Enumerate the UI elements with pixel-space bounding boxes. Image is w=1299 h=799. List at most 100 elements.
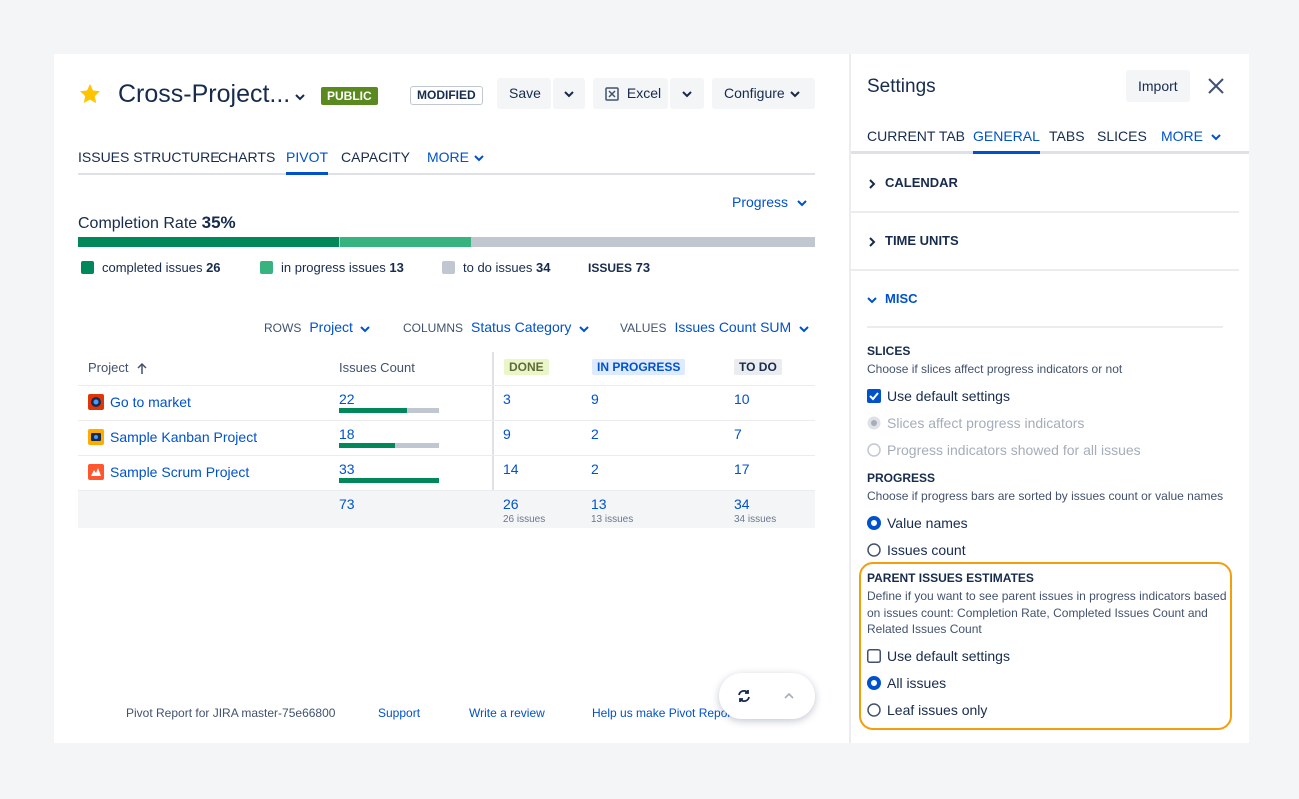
slices-all-issues-radio[interactable]: Progress indicators showed for all issue… bbox=[867, 442, 1141, 458]
legend-label: in progress issues bbox=[281, 260, 386, 275]
progress-value-names-radio[interactable]: Value names bbox=[867, 515, 968, 531]
settings-tab-tabs[interactable]: TABS bbox=[1049, 128, 1085, 154]
in-progress-count-link[interactable]: 9 bbox=[591, 391, 599, 407]
in-progress-count-link[interactable]: 2 bbox=[591, 426, 599, 442]
report-title[interactable]: Cross-Project... bbox=[118, 80, 290, 109]
option-label: Use default settings bbox=[887, 388, 1010, 404]
parent-leaf-issues-radio[interactable]: Leaf issues only bbox=[867, 702, 987, 718]
to-do-count-link[interactable]: 7 bbox=[734, 426, 742, 442]
total-in-progress-link[interactable]: 13 bbox=[591, 496, 607, 512]
total-to-do-link[interactable]: 34 bbox=[734, 496, 750, 512]
done-count-link[interactable]: 14 bbox=[503, 461, 519, 477]
legend-swatch-completed bbox=[81, 261, 94, 274]
total-count-link[interactable]: 73 bbox=[339, 496, 355, 512]
row-divider bbox=[78, 490, 815, 491]
radio-selected-icon bbox=[867, 676, 881, 690]
tab-pivot[interactable]: PIVOT bbox=[286, 149, 329, 175]
chevron-down-icon bbox=[579, 326, 589, 333]
chevron-down-icon[interactable] bbox=[294, 91, 306, 103]
option-label: Leaf issues only bbox=[887, 702, 988, 718]
rows-config[interactable]: ROWS Project bbox=[264, 319, 371, 335]
in-progress-lozenge: IN PROGRESS bbox=[592, 359, 686, 375]
rows-label: ROWS bbox=[264, 321, 302, 335]
chevron-up-icon[interactable] bbox=[783, 690, 795, 702]
settings-tab-more[interactable]: MORE bbox=[1161, 128, 1222, 154]
total-done: 26 26 issues bbox=[503, 496, 545, 525]
parent-use-default-checkbox[interactable]: Use default settings bbox=[867, 648, 1010, 664]
total-in-progress: 13 13 issues bbox=[591, 496, 633, 525]
star-icon[interactable] bbox=[78, 82, 102, 106]
import-button[interactable]: Import bbox=[1126, 70, 1190, 102]
to-do-count-link[interactable]: 10 bbox=[734, 391, 750, 407]
footer-help-link[interactable]: Help us make Pivot Report bbox=[592, 706, 735, 720]
configure-label: Configure bbox=[724, 85, 785, 101]
save-dropdown-button[interactable] bbox=[553, 78, 585, 109]
configure-button[interactable]: Configure bbox=[712, 78, 815, 109]
project-link[interactable]: Sample Scrum Project bbox=[110, 464, 249, 480]
chevron-right-icon bbox=[869, 236, 876, 247]
count-link[interactable]: 33 bbox=[339, 461, 355, 477]
project-link[interactable]: Sample Kanban Project bbox=[110, 429, 257, 445]
count-link[interactable]: 18 bbox=[339, 426, 355, 442]
footer-review-link[interactable]: Write a review bbox=[469, 706, 545, 720]
header-done[interactable]: DONE bbox=[504, 359, 549, 375]
to-do-count-link[interactable]: 17 bbox=[734, 461, 750, 477]
header-project[interactable]: Project bbox=[88, 360, 148, 375]
completion-progress-bar bbox=[78, 237, 815, 247]
count-mini-bar-fill bbox=[339, 443, 395, 448]
header-in-progress[interactable]: IN PROGRESS bbox=[592, 359, 686, 375]
columns-config[interactable]: COLUMNS Status Category bbox=[403, 319, 590, 335]
footer-support-link[interactable]: Support bbox=[378, 706, 420, 720]
settings-title: Settings bbox=[867, 76, 936, 97]
header-issues-count[interactable]: Issues Count bbox=[339, 360, 415, 375]
totals-row bbox=[78, 490, 815, 528]
excel-dropdown-button[interactable] bbox=[670, 78, 704, 109]
progress-issues-count-radio[interactable]: Issues count bbox=[867, 542, 966, 558]
legend-to-do: to do issues 34 bbox=[442, 260, 550, 275]
values-config[interactable]: VALUES Issues Count SUM bbox=[620, 319, 810, 335]
tab-more[interactable]: MORE bbox=[427, 149, 485, 175]
save-button[interactable]: Save bbox=[497, 78, 551, 109]
done-count-link[interactable]: 3 bbox=[503, 391, 511, 407]
section-time-units[interactable]: TIME UNITS bbox=[867, 233, 959, 248]
slices-affect-radio[interactable]: Slices affect progress indicators bbox=[867, 415, 1084, 431]
progress-description: Choose if progress bars are sorted by is… bbox=[867, 489, 1224, 503]
radio-unselected-icon bbox=[867, 543, 881, 557]
option-label: Issues count bbox=[887, 542, 966, 558]
legend-label: to do issues bbox=[463, 260, 533, 275]
tab-charts[interactable]: CHARTS bbox=[218, 149, 275, 175]
excel-button[interactable]: Excel bbox=[593, 78, 668, 109]
close-icon[interactable] bbox=[1207, 77, 1225, 95]
settings-tab-slices[interactable]: SLICES bbox=[1097, 128, 1147, 154]
row-divider bbox=[78, 455, 815, 456]
tab-capacity[interactable]: CAPACITY bbox=[341, 149, 410, 175]
done-count-link[interactable]: 9 bbox=[503, 426, 511, 442]
header-project-label: Project bbox=[88, 360, 129, 375]
section-misc[interactable]: MISC bbox=[867, 291, 918, 306]
radio-disabled-icon bbox=[867, 443, 881, 457]
tab-issues-structure[interactable]: ISSUES STRUCTURE bbox=[78, 149, 220, 175]
done-lozenge: DONE bbox=[504, 359, 549, 375]
settings-tabs: CURRENT TAB GENERAL TABS SLICES MORE bbox=[851, 126, 1249, 154]
section-calendar[interactable]: CALENDAR bbox=[867, 175, 958, 190]
refresh-icon[interactable] bbox=[736, 688, 752, 704]
project-avatar-icon bbox=[88, 429, 104, 445]
section-divider bbox=[851, 211, 1239, 213]
project-link[interactable]: Go to market bbox=[110, 394, 191, 410]
columns-label: COLUMNS bbox=[403, 321, 464, 335]
settings-panel: Settings Import CURRENT TAB GENERAL TABS… bbox=[851, 54, 1249, 743]
section-misc-label: MISC bbox=[885, 291, 918, 306]
progress-segment-in-progress bbox=[340, 237, 471, 247]
slices-use-default-checkbox[interactable]: Use default settings bbox=[867, 388, 1010, 404]
chevron-down-icon bbox=[682, 91, 692, 98]
settings-tab-current[interactable]: CURRENT TAB bbox=[867, 128, 965, 154]
parent-all-issues-radio[interactable]: All issues bbox=[867, 675, 946, 691]
in-progress-count-link[interactable]: 2 bbox=[591, 461, 599, 477]
settings-tab-general[interactable]: GENERAL bbox=[973, 128, 1040, 154]
count-link[interactable]: 22 bbox=[339, 391, 355, 407]
progress-view-select[interactable]: Progress bbox=[732, 194, 808, 210]
total-done-link[interactable]: 26 bbox=[503, 496, 519, 512]
option-label: Slices affect progress indicators bbox=[887, 415, 1085, 431]
slices-description: Choose if slices affect progress indicat… bbox=[867, 362, 1123, 376]
header-to-do[interactable]: TO DO bbox=[734, 359, 782, 375]
